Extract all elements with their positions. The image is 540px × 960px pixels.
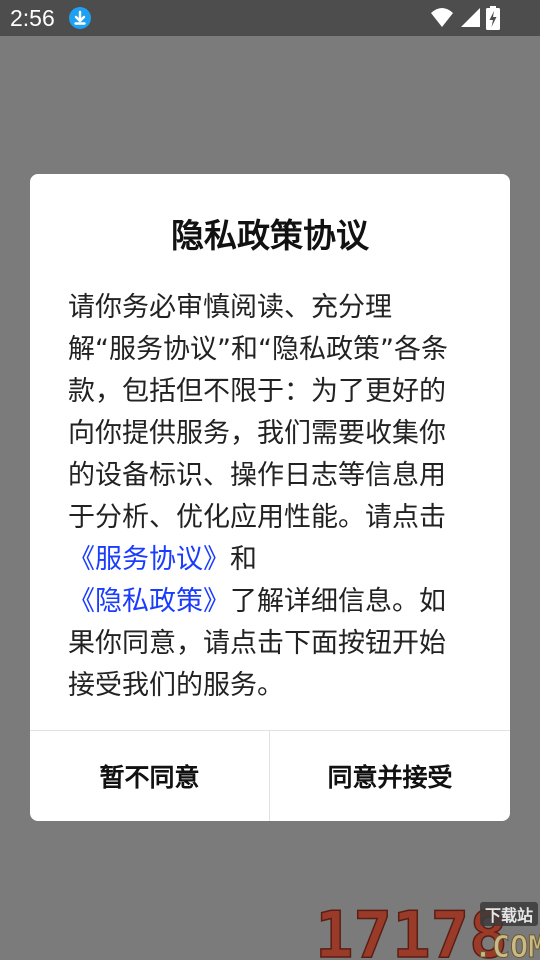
download-icon — [69, 7, 91, 29]
battery-charging-icon — [486, 6, 500, 30]
screen: 2:56 隐私政策协议 请你务必审慎阅读、充分理解“服务协议”和“隐私政策”各条… — [0, 0, 540, 960]
dialog-body-text: 请你务必审慎阅读、充分理解“服务协议”和“隐私政策”各条款，包括但不限于：为了更… — [68, 287, 450, 707]
status-time: 2:56 — [10, 5, 55, 31]
accept-button[interactable]: 同意并接受 — [270, 731, 510, 821]
body-text-and: 和 — [230, 544, 257, 575]
body-text-intro: 请你务必审慎阅读、充分理解“服务协议”和“隐私政策”各条款，包括但不限于：为了更… — [68, 292, 448, 533]
watermark-tag: 下载站 — [485, 906, 533, 925]
status-bar: 2:56 — [0, 0, 540, 36]
wifi-icon — [431, 8, 453, 27]
watermark-suffix: .COM — [474, 930, 540, 960]
watermark-logo: 17178 下载站 .COM — [315, 898, 540, 960]
dialog-title: 隐私政策协议 — [171, 216, 369, 255]
decline-button[interactable]: 暂不同意 — [30, 731, 269, 821]
service-agreement-link[interactable]: 《服务协议》 — [68, 544, 230, 575]
cellular-signal-icon — [461, 8, 480, 27]
privacy-policy-link[interactable]: 《隐私政策》 — [68, 586, 230, 617]
